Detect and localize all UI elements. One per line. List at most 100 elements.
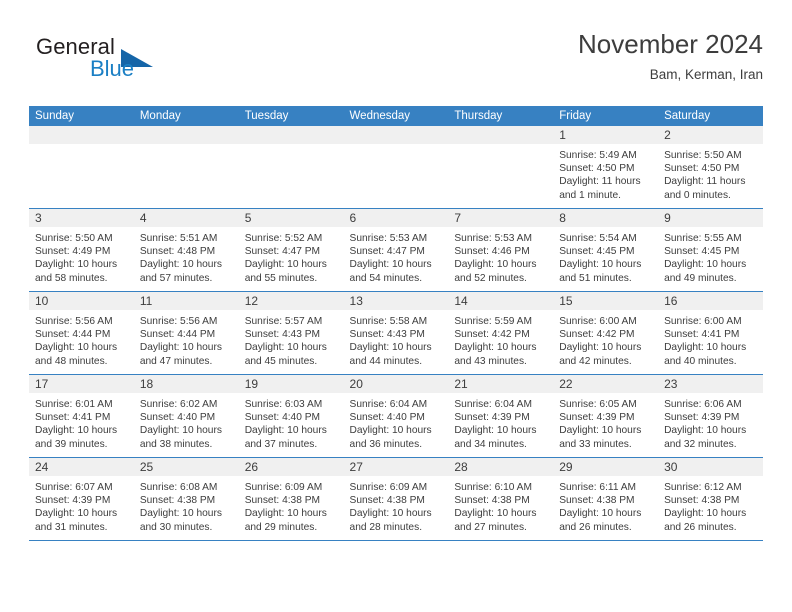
weekday-header-row: Sunday Monday Tuesday Wednesday Thursday… xyxy=(29,106,763,126)
day-number xyxy=(29,126,134,144)
day-number xyxy=(238,126,344,144)
day-details: Sunrise: 6:06 AM Sunset: 4:39 PM Daylight:… xyxy=(658,393,763,451)
calendar-day-cell[interactable]: 1 Sunrise: 5:49 AM Sunset: 4:50 PM Daylight… xyxy=(553,126,659,209)
calendar-day-cell[interactable]: 14 Sunrise: 5:59 AM Sunset: 4:42 PM Dayligh… xyxy=(448,291,554,375)
calendar-day-cell[interactable]: 18 Sunrise: 6:02 AM Sunset: 4:40 PM Dayligh… xyxy=(133,374,239,458)
day-number: 1 xyxy=(553,126,659,144)
calendar-day-cell[interactable]: 7 Sunrise: 5:53 AM Sunset: 4:46 PM Daylight… xyxy=(448,208,554,292)
sunset-text: Sunset: 4:38 PM xyxy=(454,495,530,507)
logo-word-blue: Blue xyxy=(90,56,135,81)
day-number: 3 xyxy=(29,209,134,227)
day-number: 24 xyxy=(29,458,134,476)
calendar-day-cell[interactable]: 25 Sunrise: 6:08 AM Sunset: 4:38 PM Dayligh… xyxy=(133,457,239,541)
calendar-day-cell[interactable]: 27 Sunrise: 6:09 AM Sunset: 4:38 PM Dayligh… xyxy=(343,457,449,541)
daylight-text-line1: Daylight: 10 hours xyxy=(139,259,222,271)
daylight-text-line1: Daylight: 10 hours xyxy=(559,425,642,437)
calendar-day-cell[interactable]: 9 Sunrise: 5:55 AM Sunset: 4:45 PM Daylight… xyxy=(658,208,763,292)
sunrise-text: Sunrise: 6:06 AM xyxy=(664,399,742,410)
day-number: 17 xyxy=(29,375,134,393)
calendar-day-cell[interactable]: 5 Sunrise: 5:52 AM Sunset: 4:47 PM Daylight… xyxy=(238,208,344,292)
weekday-header-tuesday: Tuesday xyxy=(238,106,344,126)
daylight-text-line2: and 27 minutes. xyxy=(454,521,527,533)
day-details: Sunrise: 5:54 AM Sunset: 4:45 PM Daylight:… xyxy=(553,227,658,285)
calendar-day-cell[interactable]: 6 Sunrise: 5:53 AM Sunset: 4:47 PM Daylight… xyxy=(343,208,449,292)
sunset-text: Sunset: 4:47 PM xyxy=(244,246,321,258)
daylight-text-line2: and 33 minutes. xyxy=(559,438,632,450)
daylight-text-line2: and 34 minutes. xyxy=(454,438,527,450)
day-details: Sunrise: 5:58 AM Sunset: 4:43 PM Daylight:… xyxy=(344,310,449,368)
day-details: Sunrise: 6:04 AM Sunset: 4:39 PM Daylight:… xyxy=(448,393,553,451)
day-details: Sunrise: 6:00 AM Sunset: 4:42 PM Daylight:… xyxy=(553,310,658,368)
calendar-day-cell[interactable]: 19 Sunrise: 6:03 AM Sunset: 4:40 PM Dayligh… xyxy=(238,374,344,458)
daylight-text-line2: and 40 minutes. xyxy=(664,355,737,367)
calendar-day-cell[interactable]: 15 Sunrise: 6:00 AM Sunset: 4:42 PM Dayligh… xyxy=(553,291,659,375)
calendar-day-cell[interactable]: 16 Sunrise: 6:00 AM Sunset: 4:41 PM Dayligh… xyxy=(658,291,763,375)
sunrise-text: Sunrise: 5:53 AM xyxy=(454,233,532,244)
calendar-week-row: 1 Sunrise: 5:49 AM Sunset: 4:50 PM Daylight… xyxy=(29,126,763,209)
calendar-day-cell[interactable]: 22 Sunrise: 6:05 AM Sunset: 4:39 PM Dayligh… xyxy=(553,374,659,458)
page-header: General Blue November 2024 Bam, Kerman, … xyxy=(29,28,763,94)
day-number: 6 xyxy=(343,209,449,227)
sunset-text: Sunset: 4:38 PM xyxy=(349,495,425,507)
day-details: Sunrise: 5:53 AM Sunset: 4:47 PM Daylight:… xyxy=(344,227,449,285)
sunrise-text: Sunrise: 5:57 AM xyxy=(244,316,323,327)
daylight-text-line2: and 54 minutes. xyxy=(349,272,423,284)
sunset-text: Sunset: 4:40 PM xyxy=(139,412,216,424)
day-details: Sunrise: 6:11 AM Sunset: 4:38 PM Daylight:… xyxy=(553,476,658,534)
day-details: Sunrise: 5:50 AM Sunset: 4:50 PM Daylight:… xyxy=(658,144,763,202)
calendar-day-cell[interactable]: 24 Sunrise: 6:07 AM Sunset: 4:39 PM Dayligh… xyxy=(29,457,134,541)
sunrise-text: Sunrise: 5:50 AM xyxy=(664,150,742,161)
calendar-day-cell[interactable]: 26 Sunrise: 6:09 AM Sunset: 4:38 PM Dayligh… xyxy=(238,457,344,541)
day-details: Sunrise: 6:08 AM Sunset: 4:38 PM Daylight:… xyxy=(134,476,239,534)
calendar-day-cell[interactable]: 21 Sunrise: 6:04 AM Sunset: 4:39 PM Dayligh… xyxy=(448,374,554,458)
day-details: Sunrise: 5:56 AM Sunset: 4:44 PM Daylight:… xyxy=(134,310,239,368)
daylight-text-line1: Daylight: 10 hours xyxy=(454,342,537,354)
daylight-text-line2: and 57 minutes. xyxy=(139,272,213,284)
sunset-text: Sunset: 4:47 PM xyxy=(349,246,425,258)
daylight-text-line1: Daylight: 10 hours xyxy=(454,259,537,271)
calendar-day-cell[interactable]: 29 Sunrise: 6:11 AM Sunset: 4:38 PM Dayligh… xyxy=(553,457,659,541)
calendar-day-cell[interactable]: 20 Sunrise: 6:04 AM Sunset: 4:40 PM Dayligh… xyxy=(343,374,449,458)
sunrise-text: Sunrise: 6:04 AM xyxy=(349,399,428,410)
sunset-text: Sunset: 4:45 PM xyxy=(559,246,635,258)
calendar-day-cell[interactable]: 3 Sunrise: 5:50 AM Sunset: 4:49 PM Daylight… xyxy=(29,208,134,292)
day-number: 23 xyxy=(658,375,763,393)
daylight-text-line1: Daylight: 10 hours xyxy=(244,508,327,520)
daylight-text-line1: Daylight: 10 hours xyxy=(664,425,747,437)
calendar-week-row: 10 Sunrise: 5:56 AM Sunset: 4:44 PM Dayligh… xyxy=(29,291,763,375)
day-number: 29 xyxy=(553,458,659,476)
daylight-text-line2: and 38 minutes. xyxy=(139,438,213,450)
sunrise-text: Sunrise: 6:09 AM xyxy=(349,482,428,493)
sunrise-text: Sunrise: 6:05 AM xyxy=(559,399,637,410)
sunset-text: Sunset: 4:50 PM xyxy=(664,163,740,175)
day-number: 13 xyxy=(343,292,449,310)
sunset-text: Sunset: 4:39 PM xyxy=(454,412,530,424)
sunset-text: Sunset: 4:41 PM xyxy=(35,412,111,424)
daylight-text-line1: Daylight: 10 hours xyxy=(244,425,327,437)
daylight-text-line1: Daylight: 11 hours xyxy=(559,176,641,188)
calendar-day-cell[interactable]: 8 Sunrise: 5:54 AM Sunset: 4:45 PM Daylight… xyxy=(553,208,659,292)
calendar-day-cell[interactable]: 30 Sunrise: 6:12 AM Sunset: 4:38 PM Dayligh… xyxy=(658,457,763,541)
sunrise-text: Sunrise: 5:56 AM xyxy=(139,316,218,327)
day-number: 10 xyxy=(29,292,134,310)
calendar-day-cell[interactable]: 13 Sunrise: 5:58 AM Sunset: 4:43 PM Dayligh… xyxy=(343,291,449,375)
calendar-day-cell[interactable]: 28 Sunrise: 6:10 AM Sunset: 4:38 PM Dayligh… xyxy=(448,457,554,541)
calendar-day-cell[interactable]: 17 Sunrise: 6:01 AM Sunset: 4:41 PM Dayligh… xyxy=(29,374,134,458)
daylight-text-line2: and 0 minutes. xyxy=(664,189,731,201)
day-details: Sunrise: 5:53 AM Sunset: 4:46 PM Daylight:… xyxy=(448,227,553,285)
day-details: Sunrise: 5:59 AM Sunset: 4:42 PM Daylight:… xyxy=(448,310,553,368)
calendar-day-cell[interactable]: 11 Sunrise: 5:56 AM Sunset: 4:44 PM Dayligh… xyxy=(133,291,239,375)
daylight-text-line2: and 49 minutes. xyxy=(664,272,737,284)
day-number: 20 xyxy=(343,375,449,393)
daylight-text-line1: Daylight: 10 hours xyxy=(244,259,327,271)
calendar-cell-empty xyxy=(133,126,239,209)
calendar-day-cell[interactable]: 10 Sunrise: 5:56 AM Sunset: 4:44 PM Dayligh… xyxy=(29,291,134,375)
day-number: 5 xyxy=(238,209,344,227)
calendar-day-cell[interactable]: 2 Sunrise: 5:50 AM Sunset: 4:50 PM Daylight… xyxy=(658,126,763,209)
general-blue-logo[interactable]: General Blue xyxy=(29,34,219,90)
calendar-day-cell[interactable]: 4 Sunrise: 5:51 AM Sunset: 4:48 PM Daylight… xyxy=(133,208,239,292)
sunset-text: Sunset: 4:43 PM xyxy=(349,329,425,341)
day-number xyxy=(133,126,239,144)
calendar-day-cell[interactable]: 12 Sunrise: 5:57 AM Sunset: 4:43 PM Dayligh… xyxy=(238,291,344,375)
calendar-day-cell[interactable]: 23 Sunrise: 6:06 AM Sunset: 4:39 PM Dayligh… xyxy=(658,374,763,458)
